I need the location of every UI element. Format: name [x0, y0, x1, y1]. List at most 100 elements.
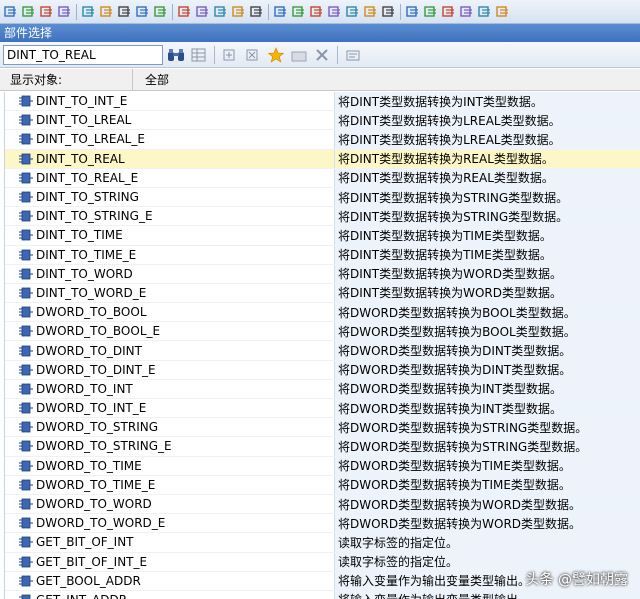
grid-icon: [191, 48, 206, 61]
add-icon: [223, 49, 235, 60]
copy-button[interactable]: [20, 3, 37, 20]
list-item[interactable]: DINT_TO_STRING_E 将DINT类型数据转换为STRING类型数据。: [5, 207, 640, 227]
compile-button[interactable]: [152, 3, 169, 20]
list-item[interactable]: DINT_TO_REAL_E 将DINT类型数据转换为REAL类型数据。: [5, 168, 640, 188]
filter-label: 显示对象:: [0, 68, 133, 91]
undo-icon: [118, 6, 130, 17]
print-button[interactable]: [476, 3, 493, 20]
item-description: 将DINT类型数据转换为LREAL类型数据。: [335, 111, 640, 130]
list-item[interactable]: DWORD_TO_WORD_E 将DWORD类型数据转换为WORD类型数据。: [5, 514, 640, 534]
redo-button[interactable]: [134, 3, 151, 20]
list-item[interactable]: DWORD_TO_WORD 将DWORD类型数据转换为WORD类型数据。: [5, 494, 640, 515]
list-item[interactable]: DWORD_TO_INT_E 将DWORD类型数据转换为INT类型数据。: [5, 399, 640, 419]
find-next-button[interactable]: [189, 45, 209, 65]
search-bar: [0, 42, 640, 68]
item-name: DINT_TO_REAL_E: [36, 170, 139, 185]
item-name: DINT_TO_LREAL_E: [36, 132, 145, 147]
list-item[interactable]: DWORD_TO_TIME 将DWORD类型数据转换为TIME类型数据。: [5, 456, 640, 476]
zoom-in-button[interactable]: [380, 3, 397, 20]
search-input[interactable]: [3, 44, 163, 65]
folder-button[interactable]: [289, 45, 309, 65]
monitor-button[interactable]: [212, 3, 229, 20]
list-item[interactable]: DINT_TO_STRING 将DINT类型数据转换为STRING类型数据。: [5, 187, 640, 208]
zoom-out-button[interactable]: [404, 3, 421, 20]
add-button[interactable]: [220, 45, 240, 65]
item-name: DWORD_TO_DINT_E: [36, 362, 156, 377]
list-item[interactable]: DINT_TO_WORD 将DINT类型数据转换为WORD类型数据。: [5, 264, 640, 284]
item-name-cell: DWORD_TO_TIME: [5, 456, 335, 475]
item-name: DWORD_TO_TIME: [36, 458, 142, 473]
list-item[interactable]: DINT_TO_REAL 将DINT类型数据转换为REAL类型数据。: [5, 149, 640, 169]
item-description: 将DWORD类型数据转换为STRING类型数据。: [335, 437, 640, 456]
function-block-icon: [19, 345, 33, 356]
comment-button[interactable]: [362, 3, 379, 20]
jump-button[interactable]: [326, 3, 343, 20]
properties-icon: [346, 50, 360, 60]
item-description: 将DINT类型数据转换为TIME类型数据。: [335, 245, 640, 264]
redo-icon: [136, 6, 148, 17]
item-name: DWORD_TO_STRING_E: [36, 439, 172, 454]
item-name: DWORD_TO_STRING: [36, 420, 159, 435]
item-description: 将DWORD类型数据转换为STRING类型数据。: [335, 418, 640, 437]
delete-button[interactable]: [312, 45, 332, 65]
favorite-button[interactable]: [266, 45, 286, 65]
list-item[interactable]: DINT_TO_LREAL_E 将DINT类型数据转换为LREAL类型数据。: [5, 130, 640, 150]
replace-button[interactable]: [80, 3, 97, 20]
undo-button[interactable]: [116, 3, 133, 20]
list-item[interactable]: DWORD_TO_STRING_E 将DWORD类型数据转换为STRING类型数据…: [5, 437, 640, 457]
properties-button[interactable]: [343, 45, 363, 65]
paste-button[interactable]: [38, 3, 55, 20]
tag-button[interactable]: [440, 3, 457, 20]
list-item[interactable]: DWORD_TO_DINT 将DWORD类型数据转换为DINT类型数据。: [5, 341, 640, 361]
item-description: 将DWORD类型数据转换为TIME类型数据。: [335, 475, 640, 494]
item-name-cell: DINT_TO_STRING_E: [5, 207, 335, 226]
filter-select[interactable]: 全部: [133, 69, 169, 91]
list-item[interactable]: DWORD_TO_STRING 将DWORD类型数据转换为STRING类型数据。: [5, 418, 640, 438]
list-item[interactable]: DINT_TO_INT_E 将DINT类型数据转换为INT类型数据。: [5, 92, 640, 112]
item-description: 将DINT类型数据转换为REAL类型数据。: [335, 149, 640, 168]
item-name-cell: DWORD_TO_INT_E: [5, 399, 335, 418]
network-button[interactable]: [248, 3, 265, 20]
list-item[interactable]: DINT_TO_WORD_E 将DINT类型数据转换为WORD类型数据。: [5, 283, 640, 304]
cut-button[interactable]: [2, 3, 19, 20]
remove-icon: [246, 49, 258, 60]
upload-button[interactable]: [194, 3, 211, 20]
settings-button[interactable]: [494, 3, 511, 20]
contact-icon: [274, 6, 286, 17]
bookmark-button[interactable]: [422, 3, 439, 20]
list-item[interactable]: DWORD_TO_BOOL_E 将DWORD类型数据转换为BOOL类型数据。: [5, 322, 640, 342]
list-item[interactable]: DWORD_TO_DINT_E 将DWORD类型数据转换为DINT类型数据。: [5, 360, 640, 380]
item-name-cell: DINT_TO_INT_E: [5, 92, 335, 111]
item-name: GET_BIT_OF_INT: [36, 535, 134, 550]
list-item[interactable]: DWORD_TO_INT 将DWORD类型数据转换为INT类型数据。: [5, 379, 640, 399]
coil-button[interactable]: [290, 3, 307, 20]
list-item[interactable]: DINT_TO_TIME 将DINT类型数据转换为TIME类型数据。: [5, 226, 640, 246]
remove-button[interactable]: [243, 45, 263, 65]
folder-icon: [291, 51, 307, 61]
list-item[interactable]: DWORD_TO_TIME_E 将DWORD类型数据转换为TIME类型数据。: [5, 475, 640, 495]
cut-icon: [4, 6, 16, 17]
list-item[interactable]: DINT_TO_LREAL 将DINT类型数据转换为LREAL类型数据。: [5, 111, 640, 131]
monitor-icon: [214, 6, 226, 17]
download-button[interactable]: [176, 3, 193, 20]
list-item[interactable]: DWORD_TO_BOOL 将DWORD类型数据转换为BOOL类型数据。: [5, 303, 640, 323]
find-button[interactable]: [166, 45, 186, 65]
list-item[interactable]: GET_INT_ADDR 将输入变量作为输出变量类型输出。: [5, 590, 640, 599]
function-block-icon: [19, 402, 33, 414]
function-block-icon: [19, 441, 33, 452]
item-description: 将DINT类型数据转换为WORD类型数据。: [335, 283, 640, 303]
contact-button[interactable]: [272, 3, 289, 20]
list-item[interactable]: GET_BIT_OF_INT 读取字标签的指定位。: [5, 533, 640, 553]
grid-button[interactable]: [458, 3, 475, 20]
force-button[interactable]: [230, 3, 247, 20]
component-list: DINT_TO_INT_E 将DINT类型数据转换为INT类型数据。 DINT_TO…: [4, 92, 640, 599]
find-button[interactable]: [56, 3, 73, 20]
item-description: 将DWORD类型数据转换为INT类型数据。: [335, 379, 640, 398]
return-button[interactable]: [344, 3, 361, 20]
list-item[interactable]: DINT_TO_TIME_E 将DINT类型数据转换为TIME类型数据。: [5, 245, 640, 265]
goto-button[interactable]: [98, 3, 115, 20]
item-name-cell: DWORD_TO_BOOL: [5, 303, 335, 322]
item-name-cell: DWORD_TO_DINT_E: [5, 360, 335, 379]
upload-icon: [196, 6, 208, 17]
box-button[interactable]: [308, 3, 325, 20]
